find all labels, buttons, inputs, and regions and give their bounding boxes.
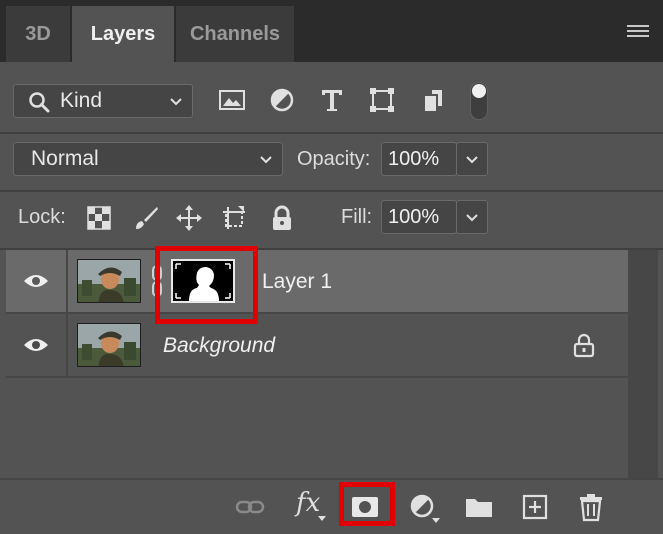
eye-icon xyxy=(24,275,48,287)
lock-artboard-icon[interactable] xyxy=(220,204,248,232)
submenu-caret-icon xyxy=(318,516,326,521)
chevron-down-icon xyxy=(466,214,478,222)
new-group-folder-icon[interactable] xyxy=(464,492,494,522)
fill-value: 100% xyxy=(388,205,440,228)
search-icon xyxy=(29,92,50,113)
adjustment-layer-filter-icon[interactable] xyxy=(268,86,296,114)
tab-layers-label: Layers xyxy=(90,22,156,45)
layer-visibility-toggle[interactable] xyxy=(6,314,68,376)
layers-list: Layer 1 Background xyxy=(0,250,663,478)
lock-label: Lock: xyxy=(18,206,66,228)
lock-transparent-pixels-icon[interactable] xyxy=(85,204,113,232)
smart-object-filter-icon[interactable] xyxy=(420,86,448,114)
add-layer-style-button[interactable]: fx xyxy=(296,488,332,524)
divider xyxy=(0,132,663,134)
layer-thumbnail[interactable] xyxy=(77,259,141,303)
new-layer-icon[interactable] xyxy=(520,492,550,522)
chevron-down-icon xyxy=(260,156,272,164)
tab-channels-label: Channels xyxy=(189,22,281,45)
layers-panel: Kind Normal Opacity: 100% Lock: Fill: 10… xyxy=(0,62,663,534)
fill-dropdown-button[interactable] xyxy=(456,200,488,234)
opacity-value: 100% xyxy=(388,147,440,170)
chevron-down-icon xyxy=(466,156,478,164)
layer-name[interactable]: Layer 1 xyxy=(262,270,332,294)
layer-thumbnail[interactable] xyxy=(77,323,141,367)
add-mask-highlight-box xyxy=(339,482,395,526)
delete-layer-trash-icon[interactable] xyxy=(576,492,606,522)
tab-channels[interactable]: Channels xyxy=(176,6,294,62)
lock-position-move-icon[interactable] xyxy=(175,204,203,232)
eye-icon xyxy=(24,339,48,351)
filter-kind-label: Kind xyxy=(60,89,103,112)
fill-input[interactable]: 100% xyxy=(381,200,457,234)
pixel-layer-filter-icon[interactable] xyxy=(218,86,246,114)
opacity-input[interactable]: 100% xyxy=(381,142,457,176)
filter-toggle-knob xyxy=(472,84,486,98)
layer-lock-icon[interactable] xyxy=(572,332,596,358)
filter-kind-dropdown[interactable]: Kind xyxy=(13,84,193,118)
tab-3d[interactable]: 3D xyxy=(6,6,70,62)
panel-tab-bar: 3D Layers Channels xyxy=(0,0,663,62)
fx-label: fx xyxy=(296,488,321,518)
tab-3d-label: 3D xyxy=(25,22,51,45)
layer-divider xyxy=(6,376,628,378)
opacity-dropdown-button[interactable] xyxy=(456,142,488,176)
submenu-caret-icon xyxy=(432,518,440,523)
blend-mode-value: Normal xyxy=(31,147,99,170)
layer-row-layer-1[interactable]: Layer 1 xyxy=(6,250,628,312)
chevron-down-icon xyxy=(170,98,182,106)
layer-row-background[interactable]: Background xyxy=(6,314,628,376)
opacity-label: Opacity: xyxy=(297,148,371,170)
fill-label: Fill: xyxy=(341,206,373,228)
layer-visibility-toggle[interactable] xyxy=(6,250,68,312)
filter-toggle-switch[interactable] xyxy=(470,82,488,120)
divider xyxy=(0,190,663,192)
panel-menu-icon[interactable] xyxy=(627,25,649,41)
blend-mode-dropdown[interactable]: Normal xyxy=(13,142,283,176)
create-adjustment-layer-button[interactable] xyxy=(408,492,442,526)
portrait-photo-thumbnail xyxy=(78,260,140,302)
layers-scrollbar[interactable] xyxy=(628,250,658,478)
shape-layer-filter-icon[interactable] xyxy=(368,86,396,114)
portrait-photo-thumbnail xyxy=(78,324,140,366)
tab-layers[interactable]: Layers xyxy=(72,6,174,62)
layer-name[interactable]: Background xyxy=(163,334,275,358)
mask-highlight-box xyxy=(155,246,258,324)
link-layers-icon[interactable] xyxy=(235,492,265,522)
type-layer-filter-icon[interactable] xyxy=(318,86,346,114)
lock-all-icon[interactable] xyxy=(268,204,296,232)
lock-image-pixels-brush-icon[interactable] xyxy=(132,204,160,232)
layers-bottom-toolbar: fx xyxy=(0,478,663,534)
